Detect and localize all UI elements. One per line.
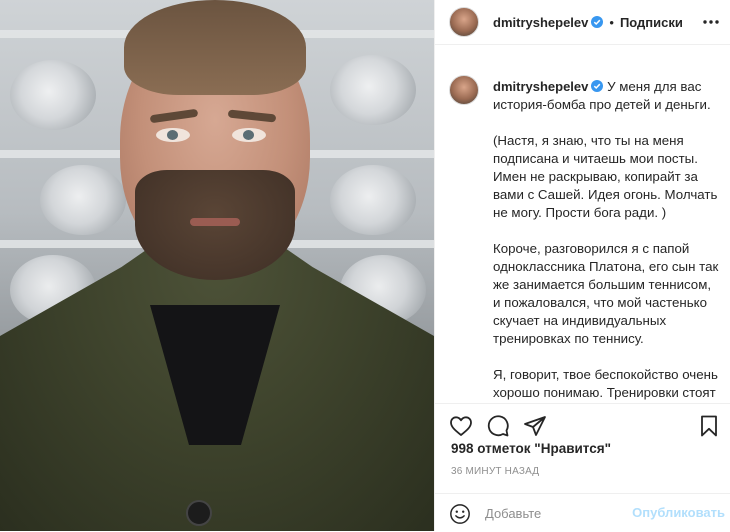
username-link[interactable]: dmitryshepelev: [493, 15, 588, 30]
following-button[interactable]: Подписки: [620, 15, 683, 30]
post-photo[interactable]: [0, 0, 434, 531]
caption-username-link[interactable]: dmitryshepelev: [493, 79, 588, 94]
publish-button[interactable]: Опубликовать: [632, 505, 725, 520]
caption-paragraph-2: (Настя, я знаю, что ты на меня подписана…: [493, 133, 718, 220]
comment-bar: Опубликовать: [435, 493, 730, 532]
caption-paragraph-3: Короче, разговорился я с папой однокласс…: [493, 241, 719, 346]
verified-badge-icon: [591, 16, 604, 28]
comment-icon[interactable]: [486, 414, 510, 438]
avatar[interactable]: [449, 7, 479, 37]
separator-dot: •: [609, 14, 614, 30]
caption-text: dmitryshepelev У меня для вас история-бо…: [493, 78, 719, 403]
person-eye: [156, 128, 190, 142]
background-disc: [10, 60, 96, 130]
heart-icon[interactable]: [449, 414, 473, 438]
likes-count[interactable]: 998 отметок "Нравится": [451, 441, 611, 456]
background-disc: [40, 165, 126, 235]
jacket-button: [186, 500, 212, 526]
verified-badge-icon: [591, 80, 604, 92]
background-disc: [330, 55, 416, 125]
emoji-icon[interactable]: [449, 503, 471, 525]
caption-paragraph: dmitryshepelev У меня для вас история-бо…: [493, 78, 719, 114]
bookmark-icon[interactable]: [697, 414, 721, 438]
person-eye: [232, 128, 266, 142]
share-icon[interactable]: [523, 414, 547, 438]
caption-avatar[interactable]: [449, 75, 479, 105]
caption-paragraph-4: Я, говорит, твое беспокойство очень хоро…: [493, 367, 718, 400]
post-header: dmitryshepelev • Подписки: [435, 0, 730, 45]
person-hair: [124, 0, 306, 95]
person-mouth: [190, 218, 240, 226]
background-disc: [330, 165, 416, 235]
action-bar: [435, 403, 730, 444]
post-timestamp[interactable]: 36 минут назад: [451, 466, 539, 477]
caption-area[interactable]: dmitryshepelev У меня для вас история-бо…: [435, 45, 730, 403]
post-side-panel: dmitryshepelev • Подписки dmitryshepelev…: [434, 0, 730, 531]
more-options-icon[interactable]: [701, 12, 721, 32]
